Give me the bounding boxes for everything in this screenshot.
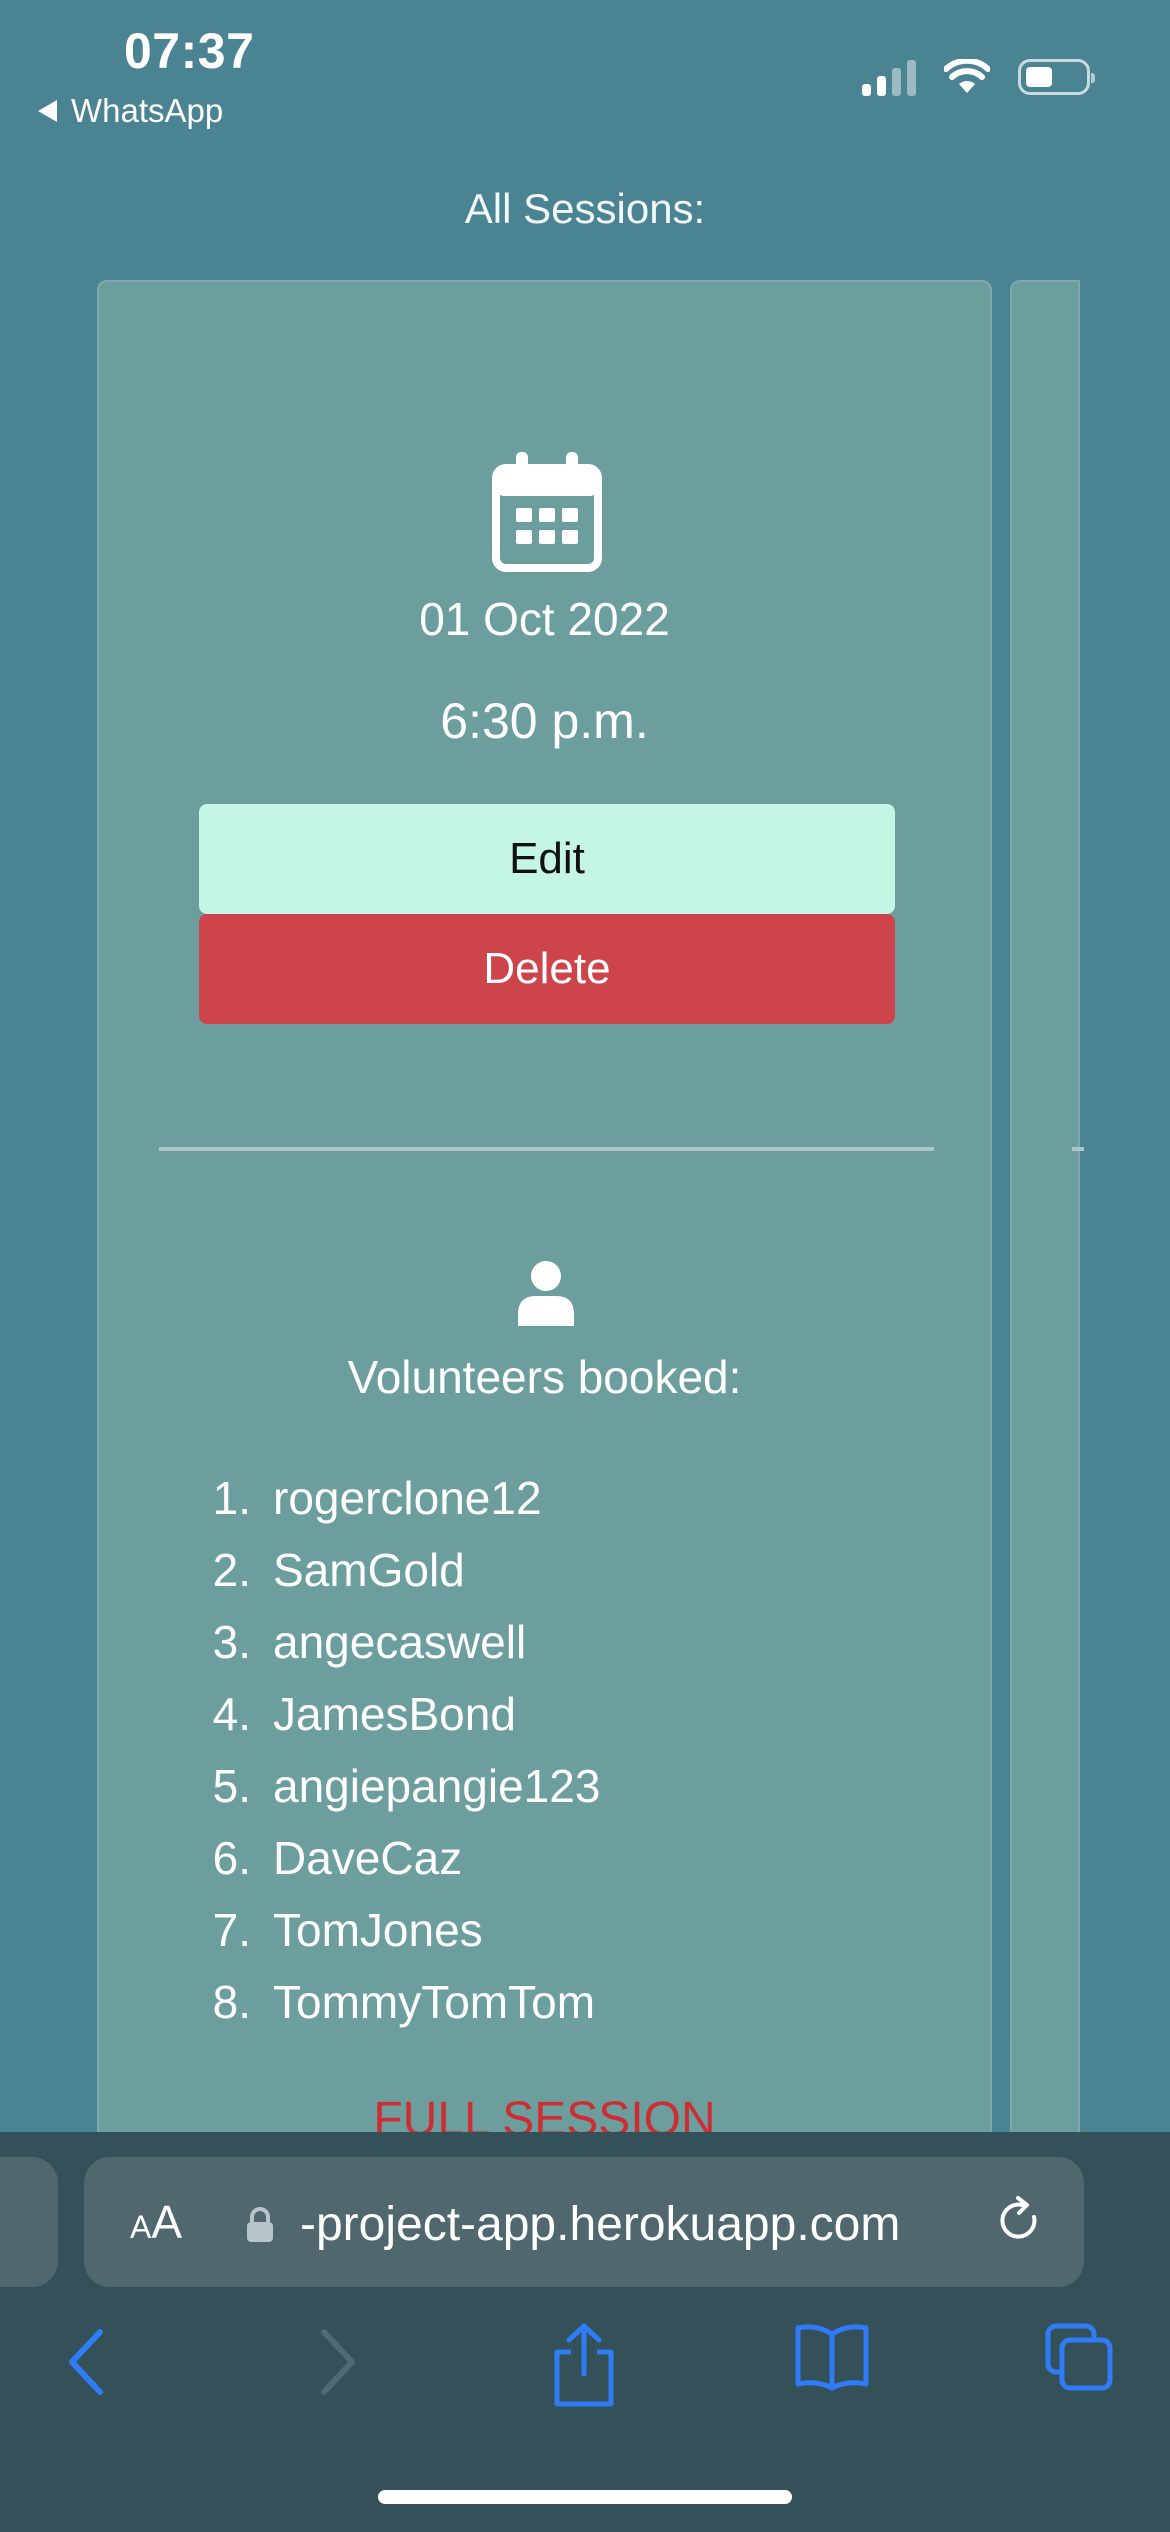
- list-item: 5. angiepangie123: [212, 1760, 601, 1812]
- session-card: 01 Oct 2022 6:30 p.m. Edit Delete Volunt…: [97, 280, 992, 2146]
- volunteer-name: DaveCaz: [273, 1832, 463, 1884]
- previous-tab[interactable]: [0, 2157, 58, 2287]
- home-indicator: [378, 2490, 792, 2504]
- session-time: 6:30 p.m.: [440, 693, 649, 749]
- volunteer-name: angecaswell: [273, 1616, 527, 1668]
- volunteer-name: rogerclone12: [273, 1472, 542, 1524]
- page-title: All Sessions:: [464, 185, 706, 232]
- list-item: 2. SamGold: [212, 1544, 465, 1596]
- lock-icon: [247, 2207, 273, 2242]
- back-to-app-link[interactable]: WhatsApp: [38, 92, 223, 130]
- bookmarks-icon[interactable]: [794, 2322, 870, 2397]
- status-time: 07:37: [124, 23, 255, 79]
- address-bar[interactable]: AA -project-app.herokuapp.com: [84, 2157, 1084, 2287]
- calendar-icon: [492, 452, 602, 572]
- volunteer-name: SamGold: [273, 1544, 465, 1596]
- list-item: 3. angecaswell: [212, 1616, 527, 1668]
- edit-button[interactable]: Edit: [199, 804, 895, 914]
- list-item: 7. TomJones: [212, 1904, 483, 1956]
- delete-button[interactable]: Delete: [199, 914, 895, 1024]
- list-item: 8. TommyTomTom: [212, 1976, 596, 2028]
- forward-icon[interactable]: [312, 2322, 362, 2407]
- list-item: 6. DaveCaz: [212, 1832, 463, 1884]
- reload-icon[interactable]: [994, 2195, 1046, 2247]
- volunteer-name: TommyTomTom: [273, 1976, 596, 2028]
- volunteer-name: JamesBond: [273, 1688, 516, 1740]
- tabs-icon[interactable]: [1044, 2322, 1114, 2397]
- divider: [159, 1147, 934, 1151]
- back-icon[interactable]: [62, 2322, 112, 2407]
- volunteers-heading: Volunteers booked:: [347, 1351, 742, 1403]
- back-app-label: WhatsApp: [71, 92, 224, 129]
- volunteer-list: 1. rogerclone12 2. SamGold 3. angecaswell 4…: [179, 1462, 601, 2038]
- volunteer-name: TomJones: [273, 1904, 483, 1956]
- back-triangle-icon: [38, 100, 57, 122]
- battery-icon: [1018, 59, 1095, 95]
- list-item: 4. JamesBond: [212, 1688, 516, 1740]
- url-text[interactable]: -project-app.herokuapp.com: [300, 2197, 900, 2252]
- browser-toolbar: AA -project-app.herokuapp.com: [0, 2132, 1170, 2532]
- wifi-icon: [944, 59, 990, 93]
- reader-options-button[interactable]: AA: [130, 2195, 182, 2249]
- user-icon: [518, 1261, 574, 1326]
- session-date: 01 Oct 2022: [419, 593, 670, 645]
- cellular-signal-icon: [862, 58, 916, 96]
- next-session-card[interactable]: [1010, 280, 1084, 2140]
- share-icon[interactable]: [551, 2322, 617, 2413]
- status-icons: [862, 58, 1095, 96]
- list-item: 1. rogerclone12: [212, 1472, 542, 1524]
- navigation-bar: [0, 2322, 1170, 2432]
- volunteer-name: angiepangie123: [273, 1760, 601, 1812]
